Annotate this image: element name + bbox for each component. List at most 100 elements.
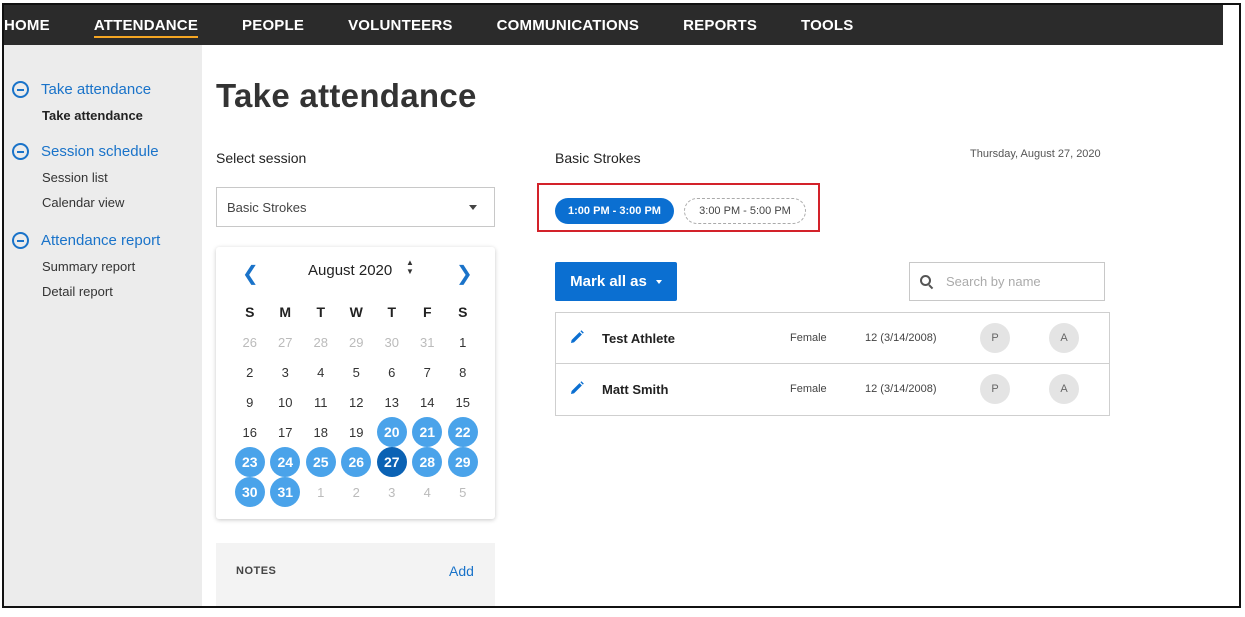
pencil-icon[interactable] xyxy=(570,330,584,344)
calendar-day-number: 22 xyxy=(447,417,478,447)
calendar-day[interactable]: 2 xyxy=(232,357,268,387)
calendar-day-number: 19 xyxy=(349,424,364,440)
calendar-day-number: 8 xyxy=(459,364,467,380)
calendar-day[interactable]: 15 xyxy=(445,387,481,417)
calendar-day[interactable]: 10 xyxy=(268,387,304,417)
sidebar-group-header[interactable]: Take attendance xyxy=(12,81,151,98)
calendar-day-outside[interactable]: 28 xyxy=(303,327,339,357)
nav-attendance[interactable]: ATTENDANCE xyxy=(72,16,220,38)
month-spinner-icon[interactable]: ▲ ▼ xyxy=(406,258,414,276)
calendar-day-number: 29 xyxy=(447,447,478,477)
calendar-day-number: 26 xyxy=(341,447,372,477)
calendar-day-number: 29 xyxy=(349,334,364,350)
present-button[interactable]: P xyxy=(980,323,1010,353)
calendar-day-available[interactable]: 21 xyxy=(410,417,446,447)
sidebar-group-header[interactable]: Session schedule xyxy=(12,143,159,160)
add-note-link[interactable]: Add xyxy=(449,563,474,579)
calendar-day[interactable]: 3 xyxy=(268,357,304,387)
calendar-day-number: 21 xyxy=(412,417,443,447)
calendar-day-available[interactable]: 30 xyxy=(232,477,268,507)
calendar-day-number: 3 xyxy=(281,364,289,380)
session-select[interactable]: Basic Strokes xyxy=(216,187,495,227)
weekday-header: M xyxy=(279,304,292,320)
calendar-day-selected[interactable]: 27 xyxy=(374,447,410,477)
calendar-day-outside[interactable]: 2 xyxy=(339,477,375,507)
pencil-icon[interactable] xyxy=(570,381,584,395)
calendar-day[interactable]: 4 xyxy=(303,357,339,387)
table-row: Test Athlete Female 12 (3/14/2008) P A xyxy=(556,313,1109,364)
calendar-day-outside[interactable]: 30 xyxy=(374,327,410,357)
calendar-day-number: 7 xyxy=(423,364,431,380)
calendar-day-number: 20 xyxy=(376,417,407,447)
calendar-day[interactable]: 19 xyxy=(339,417,375,447)
calendar-day[interactable]: 8 xyxy=(445,357,481,387)
weekday-header: T xyxy=(387,304,397,320)
calendar-day-number: 1 xyxy=(459,334,467,350)
sidebar-item-session-list[interactable]: Session list xyxy=(42,170,159,185)
calendar-day-available[interactable]: 20 xyxy=(374,417,410,447)
calendar-day-number: 16 xyxy=(242,424,257,440)
present-button[interactable]: P xyxy=(980,374,1010,404)
calendar-day-available[interactable]: 26 xyxy=(339,447,375,477)
nav-people[interactable]: PEOPLE xyxy=(220,17,326,34)
calendar-day-available[interactable]: 29 xyxy=(445,447,481,477)
mark-all-as-button[interactable]: Mark all as xyxy=(555,262,677,301)
minus-circle-icon[interactable] xyxy=(12,232,29,249)
calendar-day-outside[interactable]: 5 xyxy=(445,477,481,507)
absent-button[interactable]: A xyxy=(1049,374,1079,404)
time-slot-1[interactable]: 1:00 PM - 3:00 PM xyxy=(555,198,674,224)
chevron-left-icon[interactable]: ❮ xyxy=(242,261,259,286)
roster-list: Test Athlete Female 12 (3/14/2008) P A M… xyxy=(555,312,1110,416)
notes-panel: NOTES Add xyxy=(216,543,495,606)
notes-label: NOTES xyxy=(236,565,277,577)
calendar-day-outside[interactable]: 26 xyxy=(232,327,268,357)
calendar-day[interactable]: 6 xyxy=(374,357,410,387)
calendar-day-available[interactable]: 28 xyxy=(410,447,446,477)
nav-tools[interactable]: TOOLS xyxy=(779,17,875,34)
calendar-day-number: 23 xyxy=(234,447,265,477)
nav-volunteers[interactable]: VOLUNTEERS xyxy=(326,17,475,34)
time-slot-2[interactable]: 3:00 PM - 5:00 PM xyxy=(684,198,806,224)
calendar-day-number: 4 xyxy=(317,364,325,380)
calendar-day-number: 27 xyxy=(376,447,407,477)
calendar-day-outside[interactable]: 27 xyxy=(268,327,304,357)
calendar-day[interactable]: 9 xyxy=(232,387,268,417)
calendar-day[interactable]: 18 xyxy=(303,417,339,447)
calendar-day[interactable]: 1 xyxy=(445,327,481,357)
sidebar-item-calendar-view[interactable]: Calendar view xyxy=(42,195,159,210)
calendar-day[interactable]: 11 xyxy=(303,387,339,417)
sidebar-item-take-attendance[interactable]: Take attendance xyxy=(42,108,151,123)
absent-button[interactable]: A xyxy=(1049,323,1079,353)
calendar-day-available[interactable]: 22 xyxy=(445,417,481,447)
nav-reports[interactable]: REPORTS xyxy=(661,17,779,34)
calendar-day[interactable]: 16 xyxy=(232,417,268,447)
calendar-day-outside[interactable]: 31 xyxy=(410,327,446,357)
calendar-grid: S M T W T F S 26 27 28 29 30 31 1 2 3 4 5 6 7 8 9 10 11 12 13 14 15… xyxy=(232,297,481,507)
calendar-day[interactable]: 14 xyxy=(410,387,446,417)
calendar-day[interactable]: 12 xyxy=(339,387,375,417)
calendar-day-available[interactable]: 25 xyxy=(303,447,339,477)
calendar-day[interactable]: 13 xyxy=(374,387,410,417)
calendar-day-available[interactable]: 24 xyxy=(268,447,304,477)
nav-home[interactable]: HOME xyxy=(4,17,72,34)
calendar-day-available[interactable]: 23 xyxy=(232,447,268,477)
sidebar-group-take-attendance: Take attendance Take attendance xyxy=(12,81,151,123)
search-input[interactable] xyxy=(946,274,1096,289)
athlete-name: Matt Smith xyxy=(602,382,669,397)
calendar-day[interactable]: 7 xyxy=(410,357,446,387)
calendar-day-available[interactable]: 31 xyxy=(268,477,304,507)
sidebar-item-summary-report[interactable]: Summary report xyxy=(42,259,160,274)
calendar-day[interactable]: 5 xyxy=(339,357,375,387)
calendar-day-number: 5 xyxy=(459,484,467,500)
minus-circle-icon[interactable] xyxy=(12,81,29,98)
calendar-day-outside[interactable]: 1 xyxy=(303,477,339,507)
minus-circle-icon[interactable] xyxy=(12,143,29,160)
sidebar-group-header[interactable]: Attendance report xyxy=(12,232,160,249)
calendar-day-outside[interactable]: 29 xyxy=(339,327,375,357)
calendar-day[interactable]: 17 xyxy=(268,417,304,447)
nav-communications[interactable]: COMMUNICATIONS xyxy=(475,17,662,34)
chevron-right-icon[interactable]: ❯ xyxy=(456,261,473,286)
calendar-day-outside[interactable]: 3 xyxy=(374,477,410,507)
sidebar-item-detail-report[interactable]: Detail report xyxy=(42,284,160,299)
calendar-day-outside[interactable]: 4 xyxy=(410,477,446,507)
